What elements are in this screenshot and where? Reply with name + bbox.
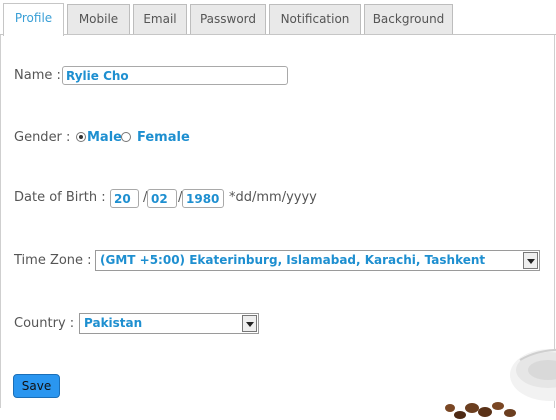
gender-male-label[interactable]: Male	[87, 130, 122, 145]
timezone-select[interactable]: (GMT +5:00) Ekaterinburg, Islamabad, Kar…	[95, 250, 540, 271]
chevron-down-icon[interactable]	[523, 252, 538, 269]
country-selected-value: Pakistan	[84, 316, 143, 330]
dob-format-hint: *dd/mm/yyyy	[229, 190, 317, 205]
dob-month-input[interactable]	[147, 189, 177, 208]
name-label: Name :	[14, 68, 61, 83]
gender-label: Gender :	[14, 130, 71, 145]
save-button[interactable]: Save	[13, 374, 60, 398]
timezone-label: Time Zone :	[14, 253, 92, 268]
tab-bar: Profile Mobile Email Password Notificati…	[0, 0, 556, 36]
tab-background[interactable]: Background	[364, 4, 453, 34]
tab-email[interactable]: Email	[133, 4, 187, 34]
gender-male-radio[interactable]	[76, 132, 86, 142]
tab-notification[interactable]: Notification	[269, 4, 361, 34]
tab-profile[interactable]: Profile	[3, 3, 64, 36]
coffee-cup-decoration	[445, 348, 556, 419]
dob-label: Date of Birth :	[14, 190, 106, 205]
country-label: Country :	[14, 316, 75, 331]
gender-female-label[interactable]: Female	[137, 130, 190, 145]
name-input[interactable]	[62, 66, 288, 85]
chevron-down-icon[interactable]	[242, 315, 257, 332]
timezone-selected-value: (GMT +5:00) Ekaterinburg, Islamabad, Kar…	[100, 253, 486, 267]
gender-female-radio[interactable]	[121, 132, 131, 142]
tab-password[interactable]: Password	[190, 4, 266, 34]
dob-year-input[interactable]	[182, 189, 224, 208]
country-select[interactable]: Pakistan	[79, 313, 259, 334]
tab-mobile[interactable]: Mobile	[67, 4, 130, 34]
dob-day-input[interactable]	[110, 189, 139, 208]
